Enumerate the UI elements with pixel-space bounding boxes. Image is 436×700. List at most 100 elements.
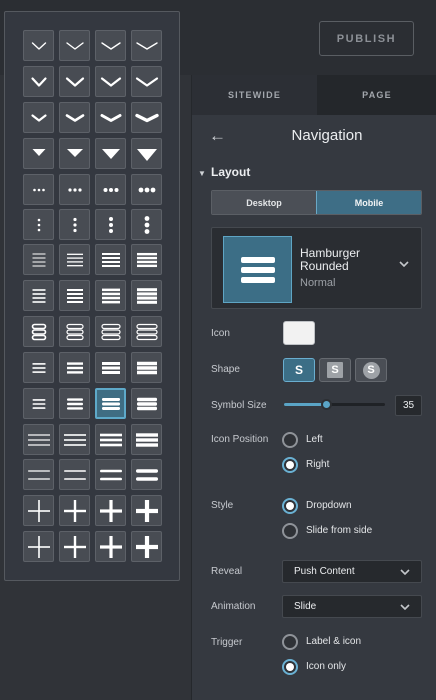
dots-vertical-icon[interactable] xyxy=(131,209,162,240)
lines-wide-icon[interactable] xyxy=(95,424,126,455)
tab-sitewide[interactable]: SITEWIDE xyxy=(192,75,317,115)
plus-alt-icon[interactable] xyxy=(95,531,126,562)
icon-picker-grid xyxy=(4,11,180,581)
dots-horizontal-icon[interactable] xyxy=(59,174,90,205)
panel-tabs: SITEWIDE PAGE xyxy=(192,75,436,115)
plus-icon[interactable] xyxy=(23,495,54,526)
radio-dropdown-label[interactable]: Dropdown xyxy=(306,500,352,511)
chevron-thin-icon[interactable] xyxy=(23,30,54,61)
plus-alt-icon[interactable] xyxy=(131,531,162,562)
bars-rounded-icon[interactable] xyxy=(131,388,162,419)
shape-plain-button[interactable]: S xyxy=(283,358,315,382)
radio-left-label[interactable]: Left xyxy=(306,434,323,445)
chevron-medium-icon[interactable] xyxy=(131,66,162,97)
bars-medium-icon[interactable] xyxy=(131,280,162,311)
bars-rounded-outline-icon[interactable] xyxy=(131,316,162,347)
bars-compact-icon[interactable] xyxy=(23,352,54,383)
chevron-medium-icon[interactable] xyxy=(95,66,126,97)
radio-dropdown[interactable] xyxy=(282,498,298,514)
bars-rounded-icon[interactable] xyxy=(23,388,54,419)
radio-right-label[interactable]: Right xyxy=(306,459,329,470)
menu-icon-preview[interactable]: Hamburger Rounded Normal xyxy=(211,227,422,309)
lines-wide-icon[interactable] xyxy=(59,424,90,455)
radio-slide-from-side[interactable] xyxy=(282,523,298,539)
radio-right[interactable] xyxy=(282,457,298,473)
chevron-medium-icon[interactable] xyxy=(59,66,90,97)
chevron-down-icon[interactable] xyxy=(399,261,409,267)
dots-horizontal-icon[interactable] xyxy=(23,174,54,205)
radio-label-and-icon-label[interactable]: Label & icon xyxy=(306,636,361,647)
shape-circle-button[interactable]: S xyxy=(355,358,387,382)
collapse-caret-icon[interactable]: ▼ xyxy=(198,169,206,178)
bars-rounded-icon[interactable] xyxy=(59,388,90,419)
shape-square-button[interactable]: S xyxy=(319,358,351,382)
lines-wide-icon[interactable] xyxy=(131,424,162,455)
bars-compact-icon[interactable] xyxy=(131,352,162,383)
dots-vertical-icon[interactable] xyxy=(95,209,126,240)
radio-left[interactable] xyxy=(282,432,298,448)
bars-thin-icon[interactable] xyxy=(23,244,54,275)
triangle-icon[interactable] xyxy=(131,138,162,169)
animation-dropdown[interactable]: Slide xyxy=(282,595,422,618)
chevron-thin-icon[interactable] xyxy=(95,30,126,61)
bars-thin-icon[interactable] xyxy=(95,244,126,275)
radio-icon-only[interactable] xyxy=(282,659,298,675)
shape-square-letter: S xyxy=(327,362,343,378)
radio-slide-from-side-label[interactable]: Slide from side xyxy=(306,525,372,536)
dots-vertical-icon[interactable] xyxy=(59,209,90,240)
symbol-size-input[interactable]: 35 xyxy=(395,395,422,416)
chevron-thin-icon[interactable] xyxy=(59,30,90,61)
chevron-wide-icon[interactable] xyxy=(131,102,162,133)
bars-compact-icon[interactable] xyxy=(59,352,90,383)
slider-thumb[interactable] xyxy=(320,399,332,410)
chevron-thin-icon[interactable] xyxy=(131,30,162,61)
plus-icon[interactable] xyxy=(131,495,162,526)
chevron-wide-icon[interactable] xyxy=(95,102,126,133)
chevron-wide-icon[interactable] xyxy=(23,102,54,133)
shape-circle-letter: S xyxy=(362,361,380,379)
dots-horizontal-icon[interactable] xyxy=(131,174,162,205)
bars-medium-icon[interactable] xyxy=(59,280,90,311)
animation-value: Slide xyxy=(294,601,317,612)
lines-wide-spaced-icon[interactable] xyxy=(59,459,90,490)
mobile-toggle-button[interactable]: Mobile xyxy=(316,191,421,214)
plus-alt-icon[interactable] xyxy=(23,531,54,562)
reveal-value: Push Content xyxy=(294,566,355,577)
lines-wide-spaced-icon[interactable] xyxy=(95,459,126,490)
radio-label-and-icon[interactable] xyxy=(282,634,298,650)
icon-color-swatch[interactable] xyxy=(283,321,315,345)
tab-page[interactable]: PAGE xyxy=(317,75,436,115)
reveal-dropdown[interactable]: Push Content xyxy=(282,560,422,583)
dots-horizontal-icon[interactable] xyxy=(95,174,126,205)
desktop-toggle-button[interactable]: Desktop xyxy=(212,191,316,214)
bars-thin-icon[interactable] xyxy=(59,244,90,275)
dots-vertical-icon[interactable] xyxy=(23,209,54,240)
back-arrow-icon[interactable]: ← xyxy=(209,126,226,146)
bars-medium-icon[interactable] xyxy=(23,280,54,311)
chevron-wide-icon[interactable] xyxy=(59,102,90,133)
triangle-icon[interactable] xyxy=(59,138,90,169)
chevron-down-icon xyxy=(400,569,410,575)
bars-rounded-outline-icon[interactable] xyxy=(23,316,54,347)
chevron-medium-icon[interactable] xyxy=(23,66,54,97)
lines-wide-icon[interactable] xyxy=(23,424,54,455)
lines-wide-spaced-icon[interactable] xyxy=(23,459,54,490)
bars-compact-icon[interactable] xyxy=(95,352,126,383)
lines-wide-spaced-icon[interactable] xyxy=(131,459,162,490)
section-title-layout[interactable]: Layout xyxy=(211,165,250,179)
hamburger-icon xyxy=(223,236,292,303)
triangle-icon[interactable] xyxy=(95,138,126,169)
plus-icon[interactable] xyxy=(95,495,126,526)
triangle-icon[interactable] xyxy=(23,138,54,169)
plus-icon[interactable] xyxy=(59,495,90,526)
bars-rounded-outline-icon[interactable] xyxy=(95,316,126,347)
symbol-size-slider[interactable] xyxy=(284,403,385,406)
bars-medium-icon[interactable] xyxy=(95,280,126,311)
radio-icon-only-label[interactable]: Icon only xyxy=(306,661,346,672)
plus-alt-icon[interactable] xyxy=(59,531,90,562)
bars-rounded-outline-icon[interactable] xyxy=(59,316,90,347)
panel-title: Navigation xyxy=(291,127,363,144)
bars-rounded-icon[interactable] xyxy=(95,388,126,419)
publish-button[interactable]: PUBLISH xyxy=(319,21,414,56)
bars-thin-icon[interactable] xyxy=(131,244,162,275)
